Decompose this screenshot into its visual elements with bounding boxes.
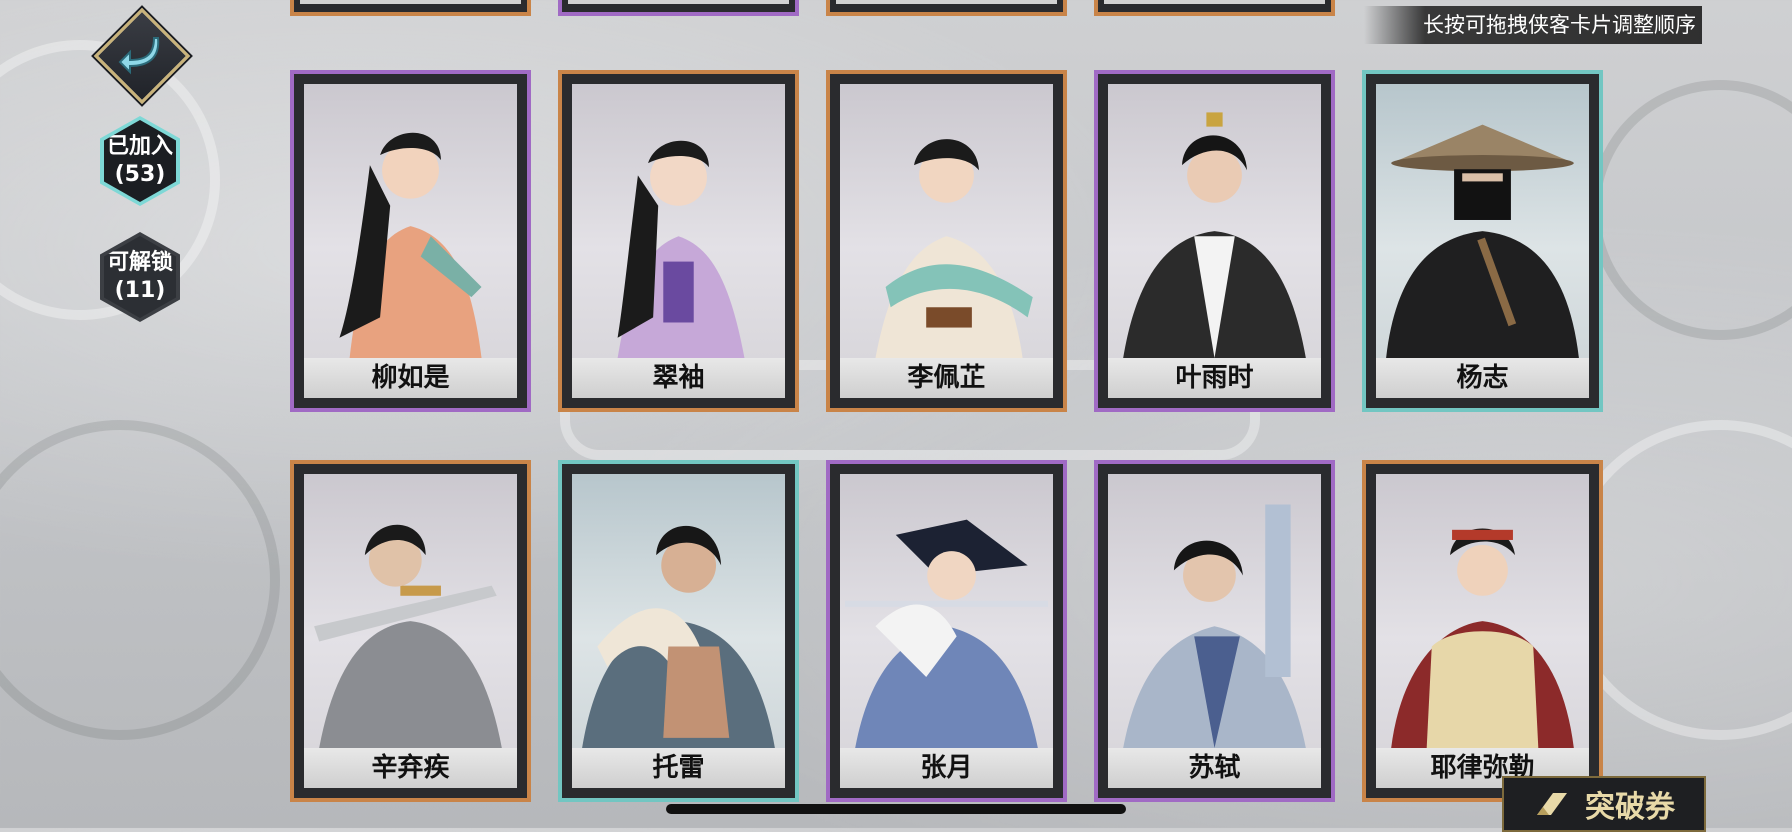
hero-portrait xyxy=(572,474,785,748)
hero-portrait xyxy=(1376,474,1589,748)
hero-name: 张月 xyxy=(840,748,1053,788)
breakthrough-ticket-button[interactable]: 突破券 xyxy=(1502,776,1706,832)
hero-name: 托雷 xyxy=(572,748,785,788)
hero-name: 辛弃疾 xyxy=(304,748,517,788)
joined-count: (53) xyxy=(114,162,166,187)
hero-portrait xyxy=(304,474,517,748)
home-indicator[interactable] xyxy=(666,804,1126,814)
unlockable-label: 可解锁 xyxy=(106,250,173,275)
hero-name: 柳如是 xyxy=(304,358,517,398)
hero-name: 叶雨时 xyxy=(1108,358,1321,398)
back-button[interactable] xyxy=(93,7,191,105)
hero-card[interactable]: 柳如是 xyxy=(290,70,531,412)
partial-card[interactable] xyxy=(826,0,1067,16)
scroll-icon xyxy=(1537,793,1567,815)
breakthrough-label: 突破券 xyxy=(1585,790,1675,825)
reorder-tip: 长按可拖拽侠客卡片调整顺序 xyxy=(1364,6,1702,44)
back-arrow-icon xyxy=(118,37,160,75)
hero-card[interactable]: 张月 xyxy=(826,460,1067,802)
partial-card[interactable] xyxy=(558,0,799,16)
partial-card[interactable] xyxy=(290,0,531,16)
hero-card[interactable]: 翠袖 xyxy=(558,70,799,412)
unlockable-count: (11) xyxy=(114,278,166,303)
hero-card[interactable]: 叶雨时 xyxy=(1094,70,1335,412)
hero-name: 苏轼 xyxy=(1108,748,1321,788)
hero-card[interactable]: 辛弃疾 xyxy=(290,460,531,802)
hero-portrait xyxy=(304,84,517,358)
partial-card[interactable] xyxy=(1094,0,1335,16)
hero-portrait xyxy=(1376,84,1589,358)
hero-portrait xyxy=(840,84,1053,358)
hero-name: 杨志 xyxy=(1376,358,1589,398)
hero-portrait xyxy=(1108,84,1321,358)
background-wave xyxy=(1590,80,1792,340)
hero-card[interactable]: 李佩芷 xyxy=(826,70,1067,412)
hero-portrait xyxy=(840,474,1053,748)
hero-name: 翠袖 xyxy=(572,358,785,398)
hero-portrait xyxy=(572,84,785,358)
hero-card[interactable]: 杨志 xyxy=(1362,70,1603,412)
hero-name: 李佩芷 xyxy=(840,358,1053,398)
hero-portrait xyxy=(1108,474,1321,748)
hero-card[interactable]: 托雷 xyxy=(558,460,799,802)
hero-card[interactable]: 苏轼 xyxy=(1094,460,1335,802)
joined-label: 已加入 xyxy=(106,134,173,159)
background-wave xyxy=(0,420,280,740)
hero-card[interactable]: 耶律弥勒 xyxy=(1362,460,1603,802)
